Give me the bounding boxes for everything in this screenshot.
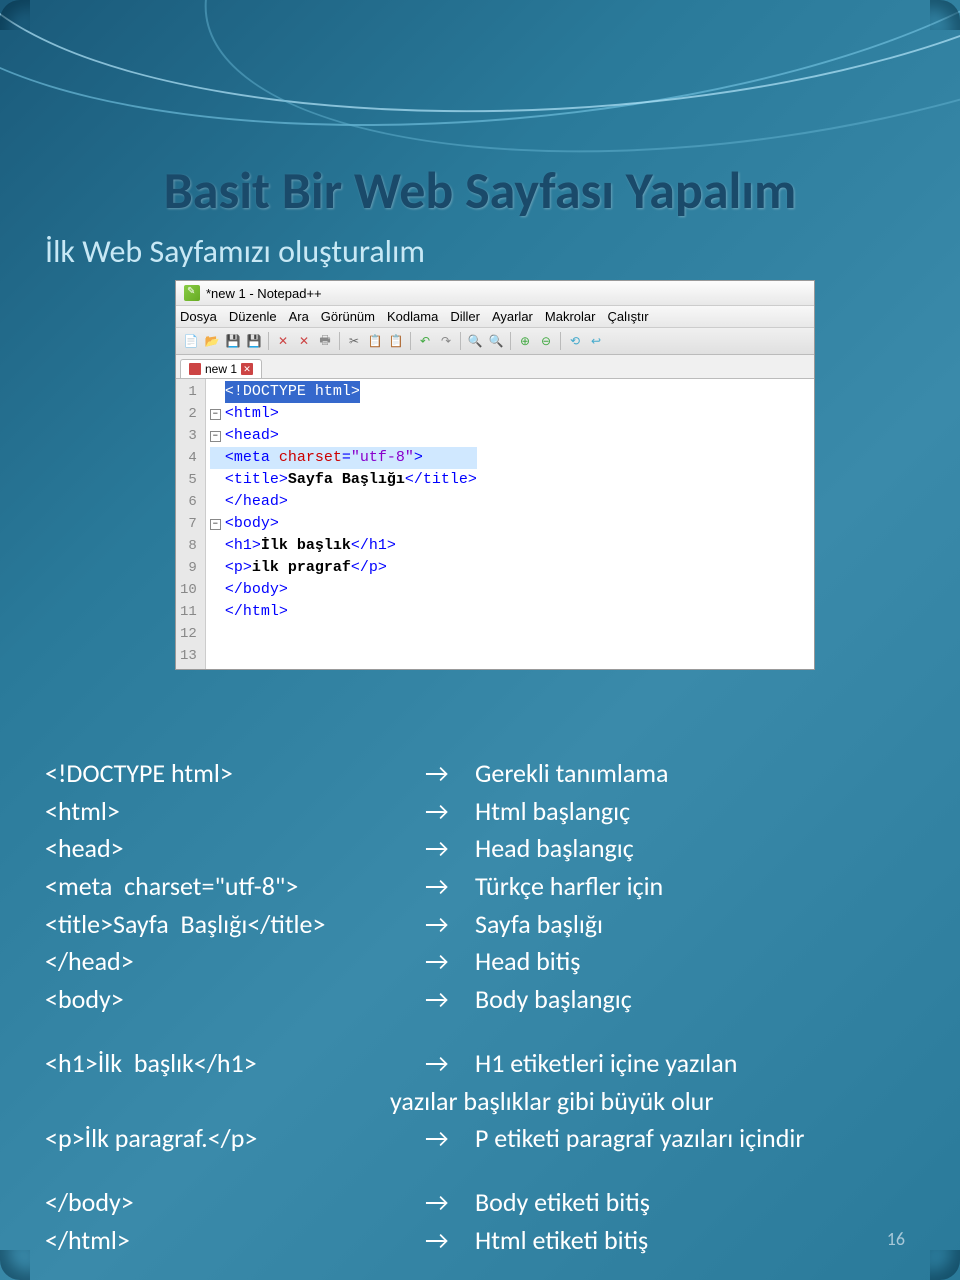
line-gutter: 1 2 3 4 5 6 7 8 9 10 11 12 13 [176, 379, 206, 669]
corner-decoration [0, 1250, 30, 1280]
separator [339, 332, 340, 350]
menu-item[interactable]: Düzenle [229, 309, 277, 324]
explanation-row: <meta charset="utf-8">→Türkçe harfler iç… [45, 868, 915, 906]
menu-item[interactable]: Ayarlar [492, 309, 533, 324]
close-tab-icon[interactable]: ✕ [241, 363, 253, 375]
slide-subtitle: İlk Web Sayfamızı oluşturalım [45, 232, 425, 271]
zoom-in-icon[interactable]: ⊕ [516, 332, 534, 350]
window-title: *new 1 - Notepad++ [206, 286, 322, 301]
fold-icon[interactable]: − [210, 519, 221, 530]
undo-icon[interactable]: ↶ [416, 332, 434, 350]
tab-bar: new 1 ✕ [176, 355, 814, 379]
sync-icon[interactable]: ⟲ [566, 332, 584, 350]
print-icon[interactable]: 🖶 [316, 332, 334, 350]
slide-title: Basit Bir Web Sayfası Yapalım [164, 158, 797, 222]
save-icon[interactable]: 💾 [224, 332, 242, 350]
code-content[interactable]: <!DOCTYPE html> −<html> −<head> <meta ch… [206, 379, 481, 669]
close-all-icon[interactable]: ✕ [295, 332, 313, 350]
editor-titlebar: *new 1 - Notepad++ [176, 281, 814, 306]
code-area: 1 2 3 4 5 6 7 8 9 10 11 12 13 <!DOCTYPE … [176, 379, 814, 669]
menu-item[interactable]: Ara [289, 309, 309, 324]
toolbar: 📄 📂 💾 💾 ✕ ✕ 🖶 ✂ 📋 📋 ↶ ↷ 🔍 🔍 ⊕ ⊖ ⟲ ↩ [176, 328, 814, 355]
explanation-row: <body>→Body başlangıç [45, 981, 915, 1019]
save-all-icon[interactable]: 💾 [245, 332, 263, 350]
explanation-row: <title>Sayfa Başlığı</title>→Sayfa başlı… [45, 906, 915, 944]
menu-item[interactable]: Makrolar [545, 309, 596, 324]
file-icon [189, 363, 201, 375]
file-tab[interactable]: new 1 ✕ [180, 359, 262, 378]
close-icon[interactable]: ✕ [274, 332, 292, 350]
explanation-row: <h1>İlk başlık</h1>→H1 etiketleri içine … [45, 1045, 915, 1083]
menubar: Dosya Düzenle Ara Görünüm Kodlama Diller… [176, 306, 814, 328]
notepad-editor-screenshot: *new 1 - Notepad++ Dosya Düzenle Ara Gör… [175, 280, 815, 670]
explanation-row: </body>→Body etiketi bitiş [45, 1184, 915, 1222]
explanation-row: </head>→Head bitiş [45, 943, 915, 981]
wrap-icon[interactable]: ↩ [587, 332, 605, 350]
redo-icon[interactable]: ↷ [437, 332, 455, 350]
explanation-row: <!DOCTYPE html>→Gerekli tanımlama [45, 755, 915, 793]
paste-icon[interactable]: 📋 [387, 332, 405, 350]
separator [510, 332, 511, 350]
menu-item[interactable]: Kodlama [387, 309, 438, 324]
open-file-icon[interactable]: 📂 [203, 332, 221, 350]
new-file-icon[interactable]: 📄 [182, 332, 200, 350]
separator [410, 332, 411, 350]
separator [560, 332, 561, 350]
menu-item[interactable]: Dosya [180, 309, 217, 324]
tab-label: new 1 [205, 362, 237, 376]
explanation-row: <p>İlk paragraf.</p>→P etiketi paragraf … [45, 1120, 915, 1158]
separator [460, 332, 461, 350]
menu-item[interactable]: Çalıştır [607, 309, 648, 324]
fold-icon[interactable]: − [210, 431, 221, 442]
explanation-row: <html>→Html başlangıç [45, 793, 915, 831]
fold-icon[interactable]: − [210, 409, 221, 420]
cut-icon[interactable]: ✂ [345, 332, 363, 350]
explanation-continuation: yazılar başlıklar gibi büyük olur [45, 1083, 915, 1121]
menu-item[interactable]: Görünüm [321, 309, 375, 324]
corner-decoration [930, 1250, 960, 1280]
menu-item[interactable]: Diller [450, 309, 480, 324]
zoom-out-icon[interactable]: ⊖ [537, 332, 555, 350]
copy-icon[interactable]: 📋 [366, 332, 384, 350]
explanation-row: </html>→Html etiketi bitiş [45, 1222, 915, 1260]
app-icon [184, 285, 200, 301]
explanation-row: <head>→Head başlangıç [45, 830, 915, 868]
separator [268, 332, 269, 350]
find-icon[interactable]: 🔍 [466, 332, 484, 350]
page-number: 16 [887, 1228, 905, 1250]
explanations-block: <!DOCTYPE html>→Gerekli tanımlama<html>→… [45, 755, 915, 1259]
replace-icon[interactable]: 🔍 [487, 332, 505, 350]
